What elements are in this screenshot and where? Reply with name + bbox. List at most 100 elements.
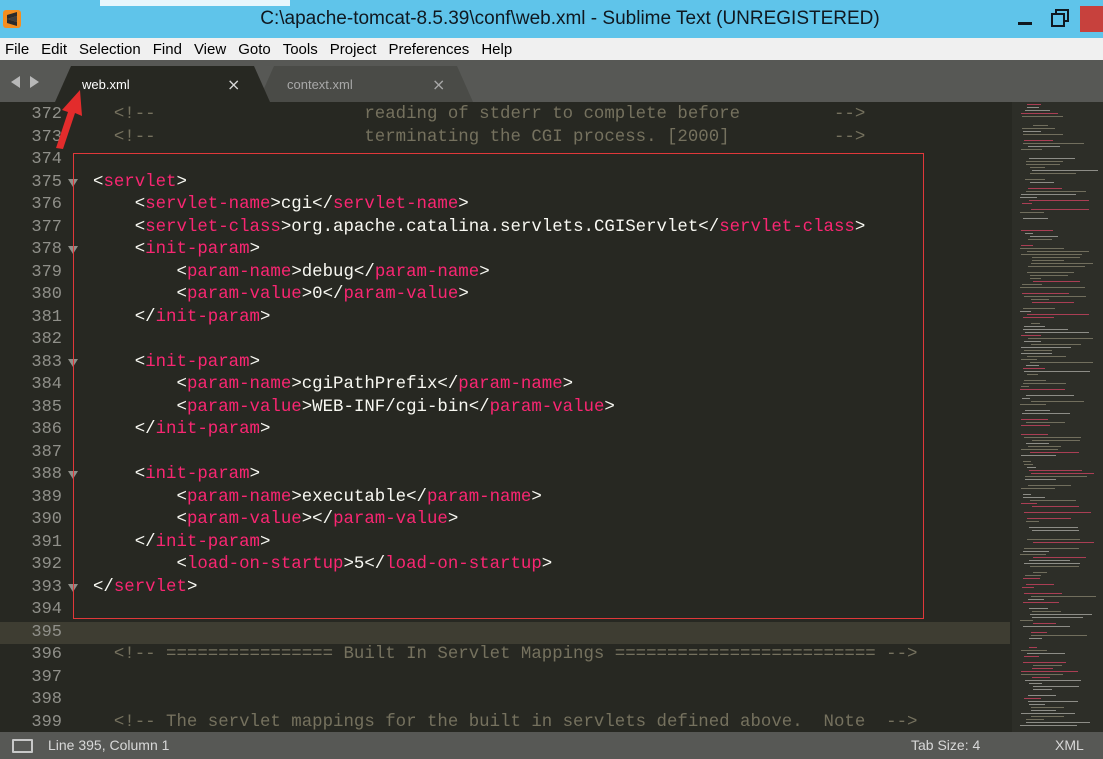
fold-arrow-icon[interactable] xyxy=(68,358,78,367)
code-line[interactable]: 391 </init-param> xyxy=(0,532,1010,555)
menu-preferences[interactable]: Preferences xyxy=(382,41,475,58)
xml-tag-name: param-value xyxy=(489,397,605,417)
code-line[interactable]: 380 <param-value>0</param-value> xyxy=(0,284,1010,307)
code-line[interactable]: 387 xyxy=(0,442,1010,465)
menu-edit[interactable]: Edit xyxy=(35,41,73,58)
minimize-icon[interactable] xyxy=(1008,6,1042,32)
close-icon[interactable] xyxy=(1080,6,1103,32)
fold-arrow-icon[interactable] xyxy=(68,178,78,187)
line-number: 398 xyxy=(31,690,62,709)
xml-comment: <!-- The servlet mappings for the built … xyxy=(93,712,918,732)
code-line[interactable]: 382 xyxy=(0,329,1010,352)
line-number: 373 xyxy=(31,127,62,147)
xml-tag-name: param-name xyxy=(458,375,563,394)
syntax-selector[interactable]: XML xyxy=(1055,737,1084,753)
fold-arrow-icon[interactable] xyxy=(68,471,78,479)
code-line[interactable]: 399 <!-- The servlet mappings for the bu… xyxy=(0,712,1010,733)
chevron-left-icon[interactable] xyxy=(11,76,20,88)
line-number: 392 xyxy=(31,555,62,574)
panel-toggle-icon[interactable] xyxy=(12,739,33,753)
code-line[interactable]: 374 xyxy=(0,149,1010,172)
line-number: 395 xyxy=(31,622,62,642)
code-line[interactable]: 378 <init-param> xyxy=(0,239,1010,262)
minimap[interactable] xyxy=(1012,102,1103,732)
xml-tag-name: servlet xyxy=(103,172,177,192)
menu-goto[interactable]: Goto xyxy=(232,41,277,58)
xml-tag-name: param-name xyxy=(426,487,532,507)
fold-arrow-icon[interactable] xyxy=(68,246,78,254)
status-bar: Line 395, Column 1 Tab Size: 4 XML xyxy=(0,732,1103,759)
menu-help[interactable]: Help xyxy=(475,41,518,58)
code-line[interactable]: 395 xyxy=(0,621,1010,644)
menu-selection[interactable]: Selection xyxy=(73,41,147,58)
code-line[interactable]: 390 <param-value></param-value> xyxy=(0,509,1010,532)
minimap-viewport[interactable] xyxy=(1012,102,1103,732)
tab-size-selector[interactable]: Tab Size: 4 xyxy=(911,737,980,753)
tab-close-icon[interactable]: × xyxy=(432,75,445,94)
code-line[interactable]: 389 <param-name>executable</param-name> xyxy=(0,487,1010,510)
code-line[interactable]: 385 <param-value>WEB-INF/cgi-bin</param-… xyxy=(0,397,1010,420)
tab-context-xml[interactable]: context.xml × xyxy=(258,66,473,102)
line-number: 380 xyxy=(31,285,62,304)
code-line[interactable]: 372 <!-- reading of stderr to complete b… xyxy=(0,104,1010,127)
code-token: > xyxy=(447,510,459,529)
code-token: < xyxy=(93,217,146,237)
line-number: 384 xyxy=(31,375,62,394)
code-text: <param-value>0</param-value> xyxy=(93,284,468,307)
line-number: 374 xyxy=(31,150,62,169)
line-number: 389 xyxy=(31,487,62,507)
code-line[interactable]: 398 xyxy=(0,689,1010,712)
code-line[interactable]: 397 xyxy=(0,667,1010,690)
code-line[interactable]: 396 <!-- ================ Built In Servl… xyxy=(0,644,1010,667)
line-number: 391 xyxy=(31,532,62,552)
xml-tag-name: param-value xyxy=(343,285,459,304)
xml-tag-name: servlet-name xyxy=(333,195,459,214)
menu-project[interactable]: Project xyxy=(324,41,383,58)
menu-find[interactable]: Find xyxy=(147,41,188,58)
code-text: <init-param> xyxy=(93,464,260,487)
code-text: <param-name>debug</param-name> xyxy=(93,262,489,285)
tab-label: web.xml xyxy=(82,77,130,92)
code-line[interactable]: 383 <init-param> xyxy=(0,352,1010,375)
code-line[interactable]: 386 </init-param> xyxy=(0,419,1010,442)
fold-arrow-icon[interactable] xyxy=(68,583,78,592)
code-token: > xyxy=(176,172,187,192)
code-line[interactable]: 384 <param-name>cgiPathPrefix</param-nam… xyxy=(0,374,1010,397)
line-number: 399 xyxy=(31,712,62,732)
code-text: <init-param> xyxy=(93,239,260,262)
code-line[interactable]: 373 <!-- terminating the CGI process. [2… xyxy=(0,127,1010,150)
xml-tag-name: init-param xyxy=(145,240,250,259)
code-line[interactable]: 394 xyxy=(0,599,1010,622)
tab-close-icon[interactable]: × xyxy=(227,75,240,94)
code-token: >org.apache.catalina.servlets.CGIServlet… xyxy=(280,217,720,237)
chevron-right-icon[interactable] xyxy=(30,76,39,88)
code-line[interactable]: 388 <init-param> xyxy=(0,464,1010,487)
code-text: <load-on-startup>5</load-on-startup> xyxy=(93,554,552,577)
code-line[interactable]: 377 <servlet-class>org.apache.catalina.s… xyxy=(0,217,1010,240)
code-editor[interactable]: 399 <!-- The servlet mappings for the bu… xyxy=(0,102,1103,732)
line-number: 397 xyxy=(31,667,62,687)
restore-icon[interactable] xyxy=(1044,6,1078,32)
menu-tools[interactable]: Tools xyxy=(277,41,324,58)
code-token: > xyxy=(854,217,866,237)
code-line[interactable]: 393 </servlet> xyxy=(0,577,1010,600)
line-number: 388 xyxy=(31,465,62,484)
code-line[interactable]: 379 <param-name>debug</param-name> xyxy=(0,262,1010,285)
tab-web-xml[interactable]: web.xml × xyxy=(55,66,270,102)
code-token: < xyxy=(93,510,187,529)
xml-tag-name: init-param xyxy=(145,465,250,484)
cursor-position[interactable]: Line 395, Column 1 xyxy=(48,737,169,753)
line-number: 387 xyxy=(31,442,62,462)
code-token: </ xyxy=(93,307,156,327)
code-line[interactable]: 375 <servlet> xyxy=(0,172,1010,195)
code-token: > xyxy=(458,195,469,214)
code-line[interactable]: 392 <load-on-startup>5</load-on-startup> xyxy=(0,554,1010,577)
code-token: < xyxy=(93,352,146,372)
code-text: <servlet-class>org.apache.catalina.servl… xyxy=(93,217,866,240)
code-line[interactable]: 376 <servlet-name>cgi</servlet-name> xyxy=(0,194,1010,217)
menu-view[interactable]: View xyxy=(188,41,232,58)
code-line[interactable]: 381 </init-param> xyxy=(0,307,1010,330)
menu-bar: File Edit Selection Find View Goto Tools… xyxy=(0,38,1103,60)
code-text: <init-param> xyxy=(93,352,260,375)
menu-file[interactable]: File xyxy=(0,41,35,58)
